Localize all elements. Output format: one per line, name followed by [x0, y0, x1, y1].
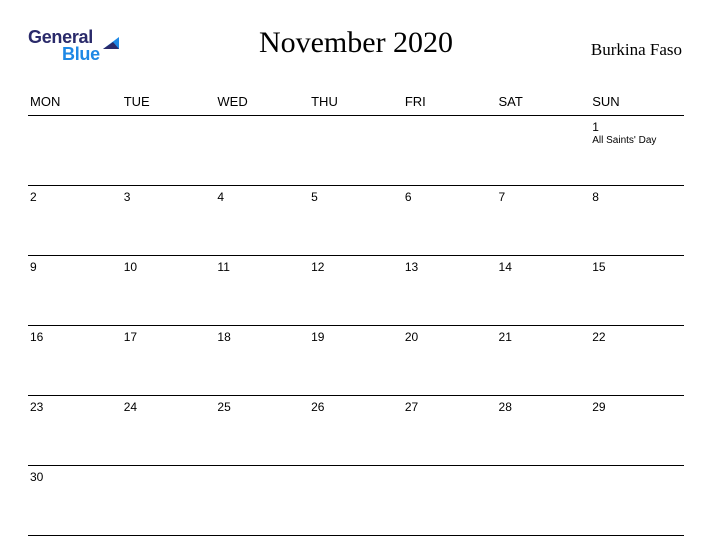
day-number: 9 [30, 260, 120, 274]
calendar-day: 25 [215, 396, 309, 466]
calendar-day: 23 [28, 396, 122, 466]
calendar-day: 27 [403, 396, 497, 466]
calendar-day [28, 116, 122, 186]
day-number: 17 [124, 330, 214, 344]
calendar-day: 17 [122, 326, 216, 396]
calendar-day: 24 [122, 396, 216, 466]
calendar-week: 16171819202122 [28, 326, 684, 396]
calendar-day: 30 [28, 466, 122, 536]
calendar-day [497, 116, 591, 186]
day-number: 12 [311, 260, 401, 274]
calendar-day [215, 466, 309, 536]
day-number: 15 [592, 260, 682, 274]
day-number: 27 [405, 400, 495, 414]
calendar-week: 9101112131415 [28, 256, 684, 326]
day-number: 3 [124, 190, 214, 204]
day-number: 11 [217, 260, 307, 274]
day-number: 23 [30, 400, 120, 414]
day-number: 26 [311, 400, 401, 414]
calendar-day [403, 116, 497, 186]
day-number: 20 [405, 330, 495, 344]
dow-header: WED [215, 90, 309, 116]
calendar-day: 2 [28, 186, 122, 256]
calendar-title: November 2020 [28, 26, 684, 60]
calendar-day: 20 [403, 326, 497, 396]
calendar-day [403, 466, 497, 536]
dow-header: FRI [403, 90, 497, 116]
calendar-day: 19 [309, 326, 403, 396]
calendar-day: 3 [122, 186, 216, 256]
calendar-header: General Blue November 2020 Burkina Faso [28, 20, 684, 82]
calendar-country: Burkina Faso [591, 40, 682, 60]
calendar-week: 2345678 [28, 186, 684, 256]
calendar-day: 26 [309, 396, 403, 466]
day-number: 4 [217, 190, 307, 204]
calendar-grid: MON TUE WED THU FRI SAT SUN 1All Saints'… [28, 90, 684, 536]
calendar-day: 9 [28, 256, 122, 326]
day-number: 2 [30, 190, 120, 204]
day-number: 13 [405, 260, 495, 274]
calendar-day: 14 [497, 256, 591, 326]
day-number: 6 [405, 190, 495, 204]
calendar-day [122, 466, 216, 536]
calendar-day [590, 466, 684, 536]
day-event: All Saints' Day [592, 135, 682, 146]
calendar-day: 1All Saints' Day [590, 116, 684, 186]
calendar-week: 30 [28, 466, 684, 536]
day-number: 25 [217, 400, 307, 414]
calendar-day [309, 466, 403, 536]
calendar-week: 23242526272829 [28, 396, 684, 466]
calendar-day: 12 [309, 256, 403, 326]
dow-header: TUE [122, 90, 216, 116]
calendar-week: 1All Saints' Day [28, 116, 684, 186]
dow-header: SUN [590, 90, 684, 116]
calendar-day: 6 [403, 186, 497, 256]
dow-header: THU [309, 90, 403, 116]
calendar-day: 15 [590, 256, 684, 326]
calendar-day: 7 [497, 186, 591, 256]
calendar-day: 5 [309, 186, 403, 256]
day-number: 19 [311, 330, 401, 344]
calendar-day: 18 [215, 326, 309, 396]
day-number: 28 [499, 400, 589, 414]
day-number: 29 [592, 400, 682, 414]
calendar-day: 28 [497, 396, 591, 466]
calendar-day: 16 [28, 326, 122, 396]
day-number: 5 [311, 190, 401, 204]
calendar-day: 4 [215, 186, 309, 256]
calendar-day: 22 [590, 326, 684, 396]
day-number: 30 [30, 470, 120, 484]
calendar-day: 21 [497, 326, 591, 396]
day-number: 7 [499, 190, 589, 204]
calendar-day: 29 [590, 396, 684, 466]
day-number: 1 [592, 120, 682, 134]
day-number: 21 [499, 330, 589, 344]
day-number: 16 [30, 330, 120, 344]
day-number: 10 [124, 260, 214, 274]
calendar-day: 11 [215, 256, 309, 326]
day-number: 18 [217, 330, 307, 344]
dow-header: MON [28, 90, 122, 116]
day-number: 22 [592, 330, 682, 344]
calendar-day [215, 116, 309, 186]
dow-header: SAT [497, 90, 591, 116]
calendar-day [122, 116, 216, 186]
day-number: 8 [592, 190, 682, 204]
calendar-day [309, 116, 403, 186]
calendar-day: 8 [590, 186, 684, 256]
day-number: 14 [499, 260, 589, 274]
calendar-day: 10 [122, 256, 216, 326]
day-number: 24 [124, 400, 214, 414]
calendar-day: 13 [403, 256, 497, 326]
calendar-day [497, 466, 591, 536]
dow-row: MON TUE WED THU FRI SAT SUN [28, 90, 684, 116]
